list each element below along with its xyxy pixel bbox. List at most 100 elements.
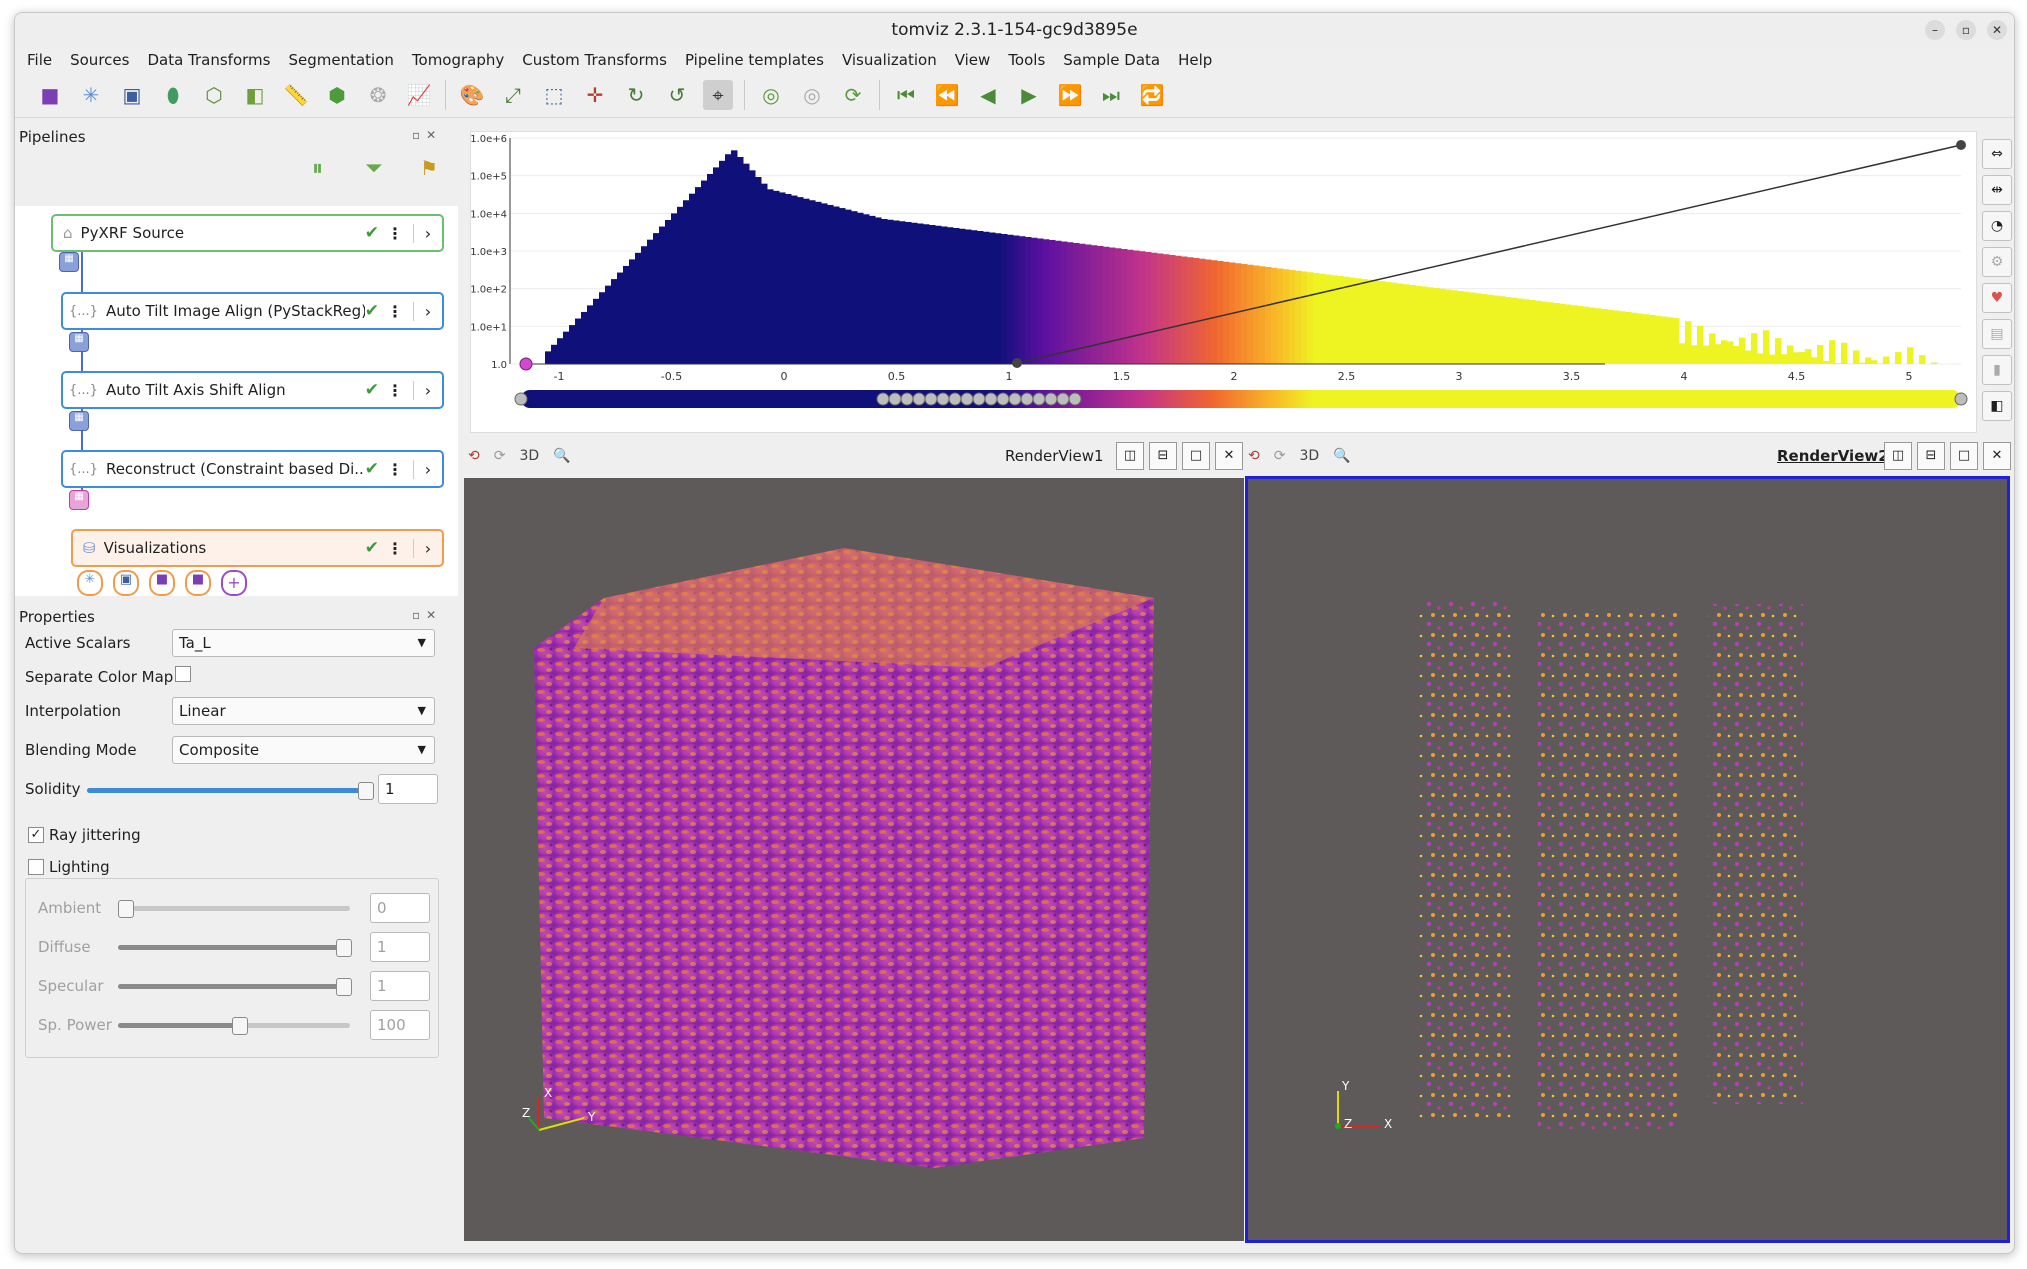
pipeline-node-axis-shift[interactable]: {...} Auto Tilt Axis Shift Align ✔ ⋮ ›: [61, 371, 444, 409]
zoom-to-box-icon[interactable]: ⬚: [539, 80, 569, 110]
reset-range-icon[interactable]: ⇹: [1982, 175, 2012, 205]
colormap-node[interactable]: [900, 392, 914, 406]
slider-handle[interactable]: [336, 978, 352, 996]
minimize-button[interactable]: –: [1925, 20, 1945, 40]
rotate-plus-90-icon[interactable]: ↻: [621, 80, 651, 110]
rotate-minus-90-icon[interactable]: ↺: [662, 80, 692, 110]
menu-file[interactable]: File: [27, 51, 52, 69]
colormap-node[interactable]: [960, 392, 974, 406]
specular-slider[interactable]: [118, 978, 352, 996]
more-icon[interactable]: ⋮: [387, 381, 403, 400]
expand-arrow-icon[interactable]: ›: [413, 459, 442, 479]
maximize-view-icon[interactable]: □: [1950, 442, 1978, 470]
close-button[interactable]: ✕: [1987, 20, 2007, 40]
interact-icon[interactable]: ⌖: [703, 80, 733, 110]
split-horizontal-icon[interactable]: ◫: [1116, 442, 1144, 470]
slider-handle[interactable]: [118, 900, 134, 918]
expand-arrow-icon[interactable]: ›: [413, 538, 442, 558]
pipeline-node-source[interactable]: ⌂ PyXRF Source ✔ ⋮ ›: [51, 214, 444, 252]
filter-icon[interactable]: ⏷: [365, 156, 383, 181]
plot-icon[interactable]: 📈: [404, 80, 434, 110]
split-horizontal-icon[interactable]: ◫: [1884, 442, 1912, 470]
colormap-node[interactable]: [924, 392, 938, 406]
more-icon[interactable]: ⋮: [387, 539, 403, 558]
add-visualization-icon[interactable]: +: [221, 570, 247, 596]
output-port-icon[interactable]: ▦: [69, 411, 89, 431]
volume-icon[interactable]: ■: [185, 570, 211, 596]
colormap-node[interactable]: [1020, 392, 1034, 406]
reset-camera-icon[interactable]: ⤢: [498, 80, 528, 110]
menu-help[interactable]: Help: [1178, 51, 1212, 69]
zoom-icon[interactable]: 🔍: [553, 448, 570, 464]
render-view-2[interactable]: X Y Z: [1245, 476, 2010, 1243]
solidity-slider[interactable]: [87, 782, 374, 800]
colormap-node[interactable]: [1032, 392, 1046, 406]
gradient-icon[interactable]: ◧: [1982, 391, 2012, 421]
volume-icon[interactable]: ■: [149, 570, 175, 596]
histogram-panel[interactable]: 1.0e+6 1.0e+5 1.0e+4 1.0e+3 1.0e+2 1.0e+1 1.0 …: [470, 131, 1977, 433]
slider-handle[interactable]: [336, 939, 352, 957]
colormap-node[interactable]: [984, 392, 998, 406]
contour-icon[interactable]: ⬮: [158, 80, 188, 110]
menu-sources[interactable]: Sources: [70, 51, 129, 69]
next-frame-icon[interactable]: ⏩: [1055, 80, 1085, 110]
colormap-bar[interactable]: [521, 390, 1961, 408]
maximize-button[interactable]: ▫: [1956, 20, 1976, 40]
reverse-play-icon[interactable]: ◀: [973, 80, 1003, 110]
zoom-icon[interactable]: 🔍: [1333, 448, 1350, 464]
pause-icon[interactable]: ⏸: [312, 156, 323, 181]
colormap-node[interactable]: [888, 392, 902, 406]
camera-undo-icon[interactable]: ⟲: [1248, 448, 1260, 464]
save-preset-icon[interactable]: ♥: [1982, 283, 2012, 313]
previous-frame-icon[interactable]: ⏪: [932, 80, 962, 110]
menu-sample-data[interactable]: Sample Data: [1063, 51, 1160, 69]
maximize-view-icon[interactable]: □: [1182, 442, 1210, 470]
menu-pipeline-templates[interactable]: Pipeline templates: [685, 51, 824, 69]
camera-redo-icon[interactable]: ⟳: [494, 448, 506, 464]
colormap-node[interactable]: [948, 392, 962, 406]
blending-mode-select[interactable]: Composite ▼: [172, 736, 435, 764]
opacity-node[interactable]: [1956, 140, 1966, 150]
snowflake-icon[interactable]: ✳: [76, 80, 106, 110]
center-rotation-icon[interactable]: ◎: [756, 80, 786, 110]
output-port-icon[interactable]: ▦: [69, 332, 89, 352]
colorbar-icon[interactable]: ▮: [1982, 355, 2012, 385]
split-vertical-icon[interactable]: ⊟: [1917, 442, 1945, 470]
settings-icon[interactable]: ⚙: [1982, 247, 2012, 277]
colormap-node[interactable]: [1954, 392, 1968, 406]
close-view-icon[interactable]: ✕: [1983, 442, 2011, 470]
menu-data-transforms[interactable]: Data Transforms: [147, 51, 270, 69]
axes-icon[interactable]: ✛: [580, 80, 610, 110]
sp-power-input[interactable]: 100: [370, 1010, 430, 1040]
colormap-node[interactable]: [972, 392, 986, 406]
outline-icon[interactable]: ⬡: [199, 80, 229, 110]
rotate-continuous-icon[interactable]: ⟳: [838, 80, 868, 110]
more-icon[interactable]: ⋮: [387, 224, 403, 243]
expand-arrow-icon[interactable]: ›: [413, 301, 442, 321]
colormap-node[interactable]: [1008, 392, 1022, 406]
expand-arrow-icon[interactable]: ›: [413, 380, 442, 400]
ambient-slider[interactable]: [118, 900, 350, 918]
sp-power-slider[interactable]: [118, 1017, 350, 1035]
colormap-node[interactable]: [936, 392, 950, 406]
colormap-node[interactable]: [912, 392, 926, 406]
solidity-input[interactable]: 1: [378, 774, 438, 804]
slider-handle[interactable]: [358, 782, 374, 800]
slice-icon[interactable]: ▣: [113, 570, 139, 596]
expand-arrow-icon[interactable]: ›: [413, 223, 442, 243]
output-port-icon[interactable]: ▦: [59, 252, 79, 272]
properties-dock-buttons[interactable]: ▫✕: [412, 608, 442, 622]
palette-icon[interactable]: 🎨: [457, 80, 487, 110]
camera-redo-icon[interactable]: ⟳: [1274, 448, 1286, 464]
specular-input[interactable]: 1: [370, 971, 430, 1001]
snowflake-icon[interactable]: ✳: [77, 570, 103, 596]
menu-custom-transforms[interactable]: Custom Transforms: [522, 51, 667, 69]
menu-view[interactable]: View: [955, 51, 991, 69]
histogram-plot[interactable]: 1.0e+61.0e+51.0e+41.0e+31.0e+21.0e+11.0 …: [470, 132, 1976, 432]
pipeline-node-tilt-align[interactable]: {...} Auto Tilt Image Align (PyStackReg)…: [61, 292, 444, 330]
opacity-node[interactable]: [1012, 358, 1022, 368]
colormap-node[interactable]: [514, 392, 528, 406]
separate-color-map-checkbox[interactable]: [175, 666, 191, 682]
threshold-icon[interactable]: ⬢: [322, 80, 352, 110]
colormap-node[interactable]: [1056, 392, 1070, 406]
